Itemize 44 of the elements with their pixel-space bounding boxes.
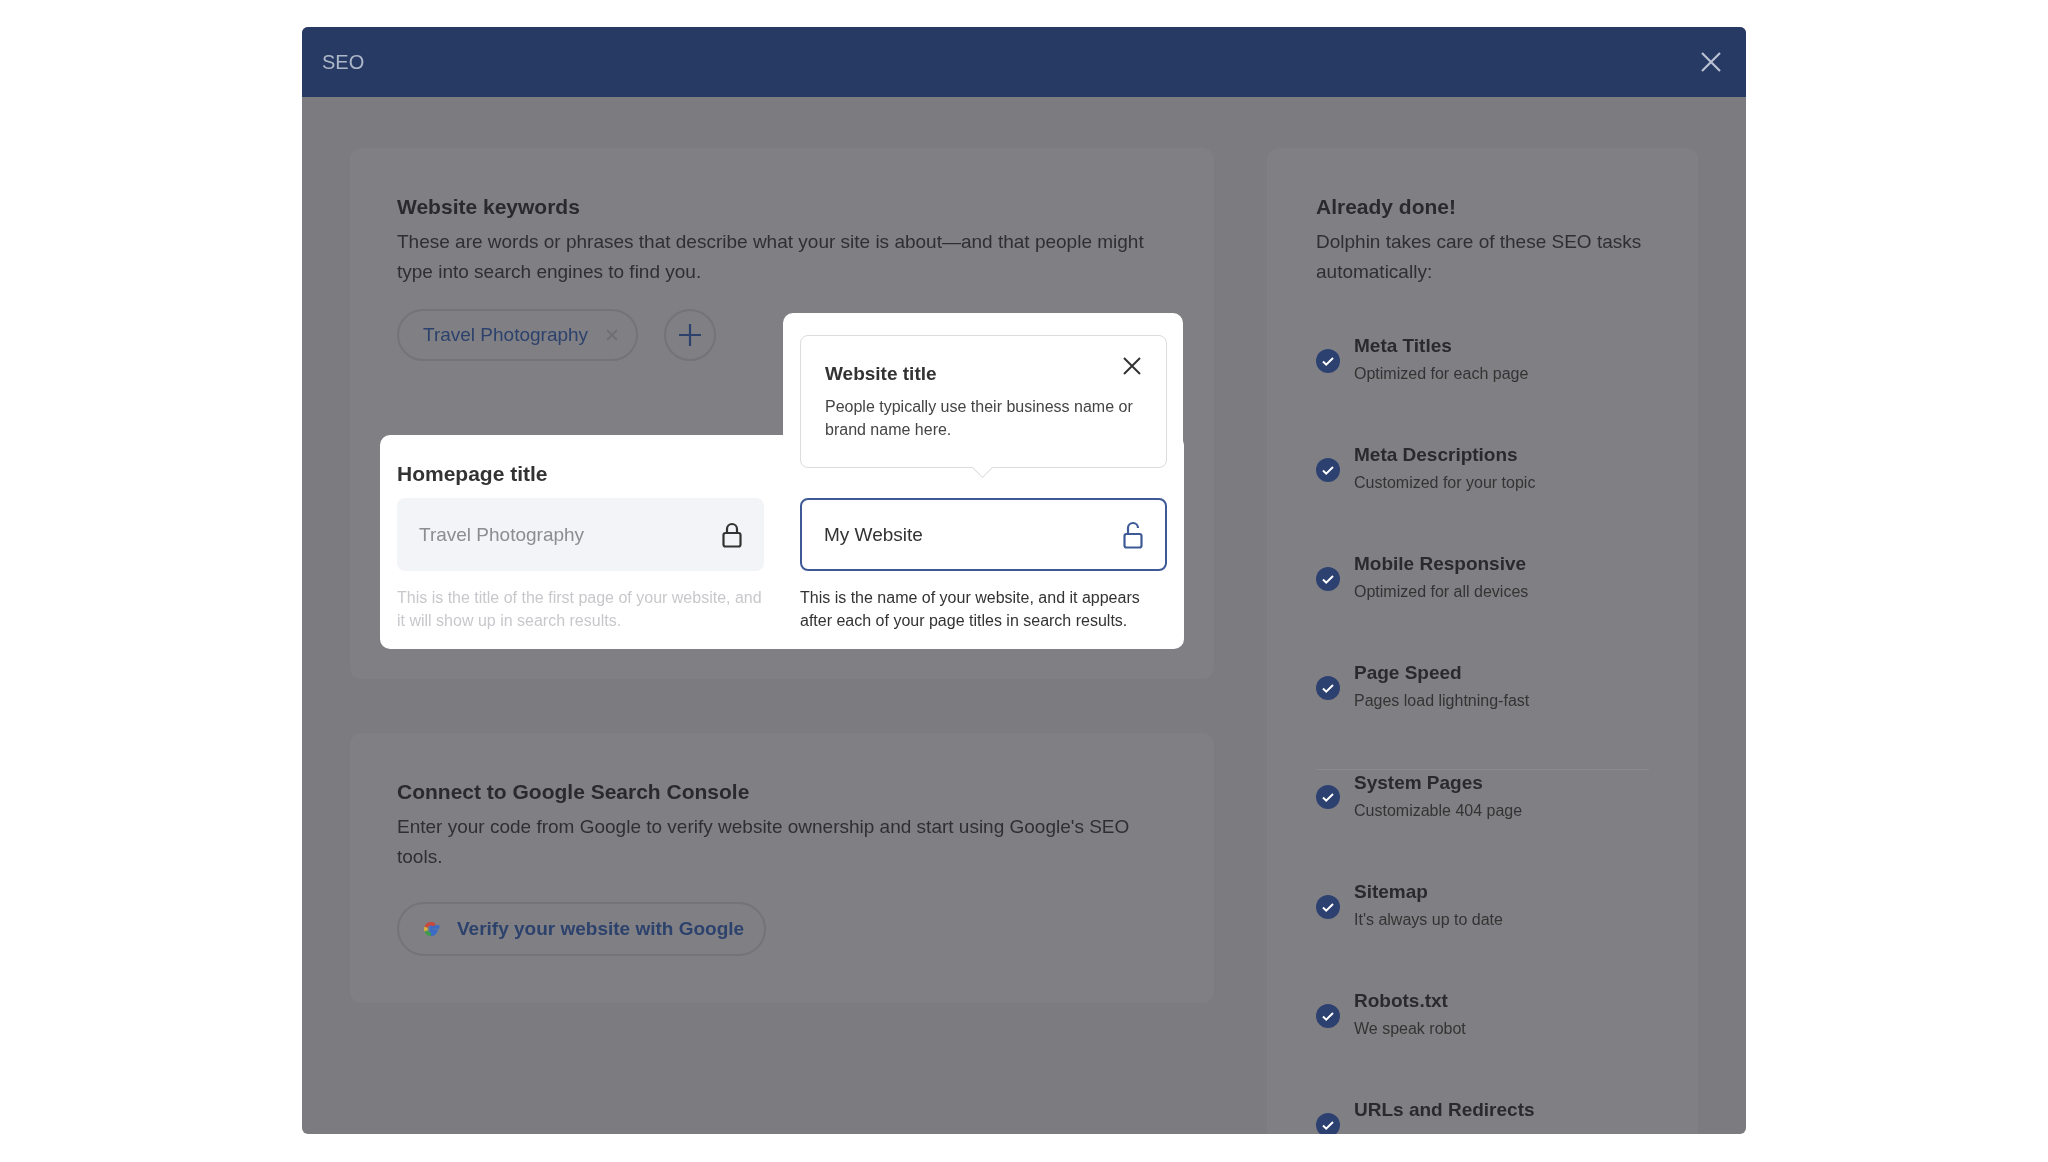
plus-icon: [678, 323, 703, 347]
add-keyword-button[interactable]: [664, 309, 717, 361]
check-icon: [1316, 567, 1340, 591]
locked-input-field[interactable]: Travel Photography: [397, 498, 764, 571]
section-title: Already done!: [1316, 195, 1458, 219]
section-description: Dolphin takes care of these SEO tasks automatically:: [1316, 230, 1643, 284]
lock-icon: [722, 521, 742, 548]
check-icon: [1316, 785, 1340, 809]
task-title: Mobile Responsive: [1354, 553, 1528, 575]
check-icon: [1316, 895, 1340, 919]
section-title: Connect to Google Search Console: [397, 780, 751, 804]
task-subtitle: It's always up to date: [1354, 911, 1503, 929]
task-title: Meta Descriptions: [1354, 444, 1519, 466]
task-subtitle: Pages load lightning-fast: [1354, 692, 1530, 710]
window-title: SEO: [322, 50, 365, 74]
section-description: These are words or phrases that describe what your site is about—and that people might type into search engines to find you.: [397, 230, 1145, 284]
help-text: This is the name of your website, and it appears after each of your page titles in search results.: [800, 588, 1141, 631]
task-title: URLs and Redirects: [1354, 1099, 1535, 1121]
task-subtitle: Optimized for all devices: [1354, 583, 1529, 601]
section-title: Website keywords: [397, 195, 581, 219]
check-icon: [1316, 349, 1340, 373]
verify-button[interactable]: Verify your website with Google: [397, 902, 767, 956]
task-title: Meta Titles: [1354, 335, 1453, 357]
task-title: Sitemap: [1354, 881, 1429, 903]
close-icon: [1700, 51, 1722, 73]
task-subtitle: Customizable 404 page: [1354, 802, 1523, 820]
task-title: Robots.txt: [1354, 990, 1449, 1012]
task-title: Page Speed: [1354, 662, 1463, 684]
task-title: System Pages: [1354, 772, 1484, 794]
tooltip-text: People typically use their business name or brand name here.: [825, 397, 1134, 440]
input-field[interactable]: My Website: [800, 498, 1167, 571]
close-icon: [1122, 356, 1142, 376]
check-icon: [1316, 676, 1340, 700]
section-description: Enter your code from Google to verify website ownership and start using Google's SEO tools.: [397, 815, 1131, 869]
field-label: Homepage title: [397, 462, 549, 487]
check-icon: [1316, 1113, 1340, 1134]
task-subtitle: We speak robot: [1354, 1020, 1466, 1038]
check-icon: [1316, 1004, 1340, 1028]
tooltip-title: Website title: [825, 363, 937, 385]
task-subtitle: Optimized for each page: [1354, 365, 1529, 383]
task-subtitle: Customized for your topic: [1354, 474, 1536, 492]
keyword-chip[interactable]: Travel Photography: [397, 309, 639, 361]
unlocked-lock-icon: [1123, 520, 1143, 549]
check-icon: [1316, 458, 1340, 482]
